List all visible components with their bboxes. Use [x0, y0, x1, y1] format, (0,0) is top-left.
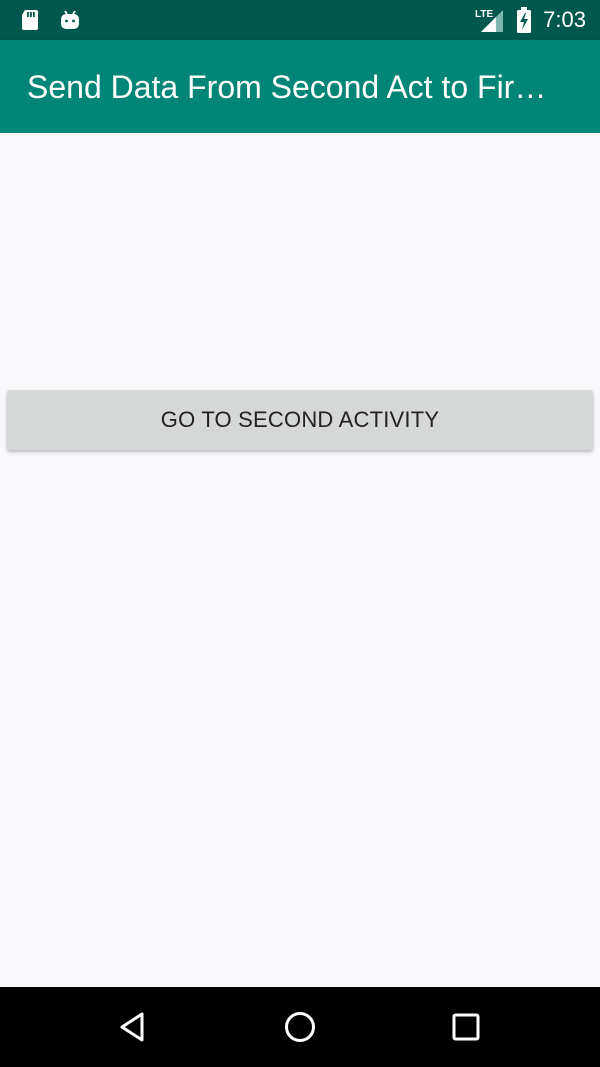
navigation-bar [0, 987, 600, 1067]
main-content: GO TO SECOND ACTIVITY [0, 133, 600, 987]
status-time: 7:03 [543, 7, 586, 32]
back-button[interactable] [113, 1007, 153, 1047]
android-icon [58, 8, 82, 32]
app-bar: Send Data From Second Act to Fir… [0, 40, 600, 133]
go-to-second-activity-button[interactable]: GO TO SECOND ACTIVITY [7, 390, 593, 450]
home-button[interactable] [280, 1007, 320, 1047]
sd-card-icon [18, 8, 42, 32]
recents-button[interactable] [446, 1007, 486, 1047]
recents-icon [446, 1007, 486, 1047]
app-title: Send Data From Second Act to Fir… [27, 69, 547, 105]
home-icon [280, 1007, 320, 1047]
status-bar: LTE 7:03 [0, 0, 600, 40]
status-right-icons: LTE 7:03 [475, 6, 586, 34]
lte-label: LTE [475, 9, 493, 20]
back-icon [113, 1007, 153, 1047]
battery-charging-icon [515, 6, 533, 34]
lte-signal-icon: LTE [475, 6, 505, 34]
status-left-icons [18, 6, 82, 34]
